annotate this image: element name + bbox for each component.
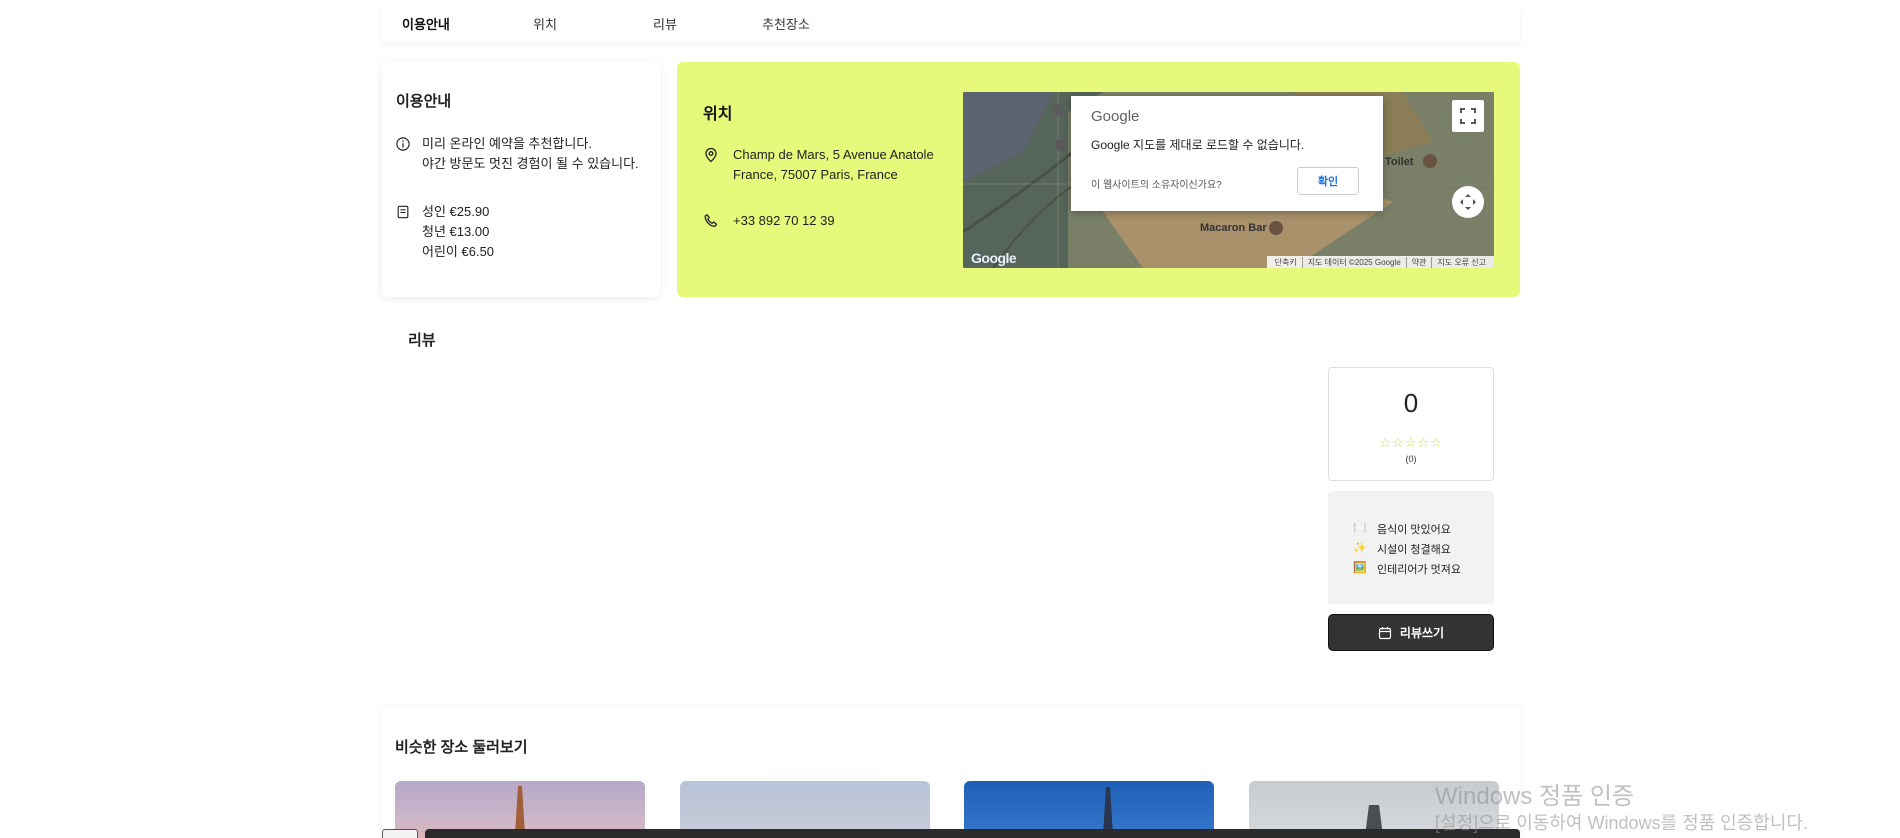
scroll-top-button[interactable] <box>382 829 418 838</box>
phone-icon <box>704 214 718 228</box>
map-label-macaron: Macaron Bar <box>1200 222 1267 234</box>
price-youth: 청년 €13.00 <box>422 224 490 239</box>
map-footer-terms[interactable]: 약관 <box>1405 256 1432 268</box>
similar-places-card: 비슷한 장소 둘러보기 <box>382 708 1520 838</box>
bottom-action-bar[interactable] <box>425 829 1520 838</box>
rating-score: 0 <box>1403 388 1419 418</box>
map-dialog-ok-button[interactable]: 확인 <box>1297 167 1359 195</box>
address-row: Champ de Mars, 5 Avenue Anatole France, … <box>703 145 934 185</box>
map-dialog-brand: Google <box>1091 108 1140 125</box>
windows-activation-subtitle: [설정]으로 이동하여 Windows를 정품 인증합니다. <box>1435 813 1808 833</box>
sparkles-icon: ✨ <box>1353 542 1367 554</box>
notice-line-1: 미리 온라인 예약을 추천합니다. <box>422 136 592 151</box>
similar-places-title: 비슷한 장소 둘러보기 <box>395 739 528 756</box>
price-child: 어린이 €6.50 <box>422 244 495 259</box>
address-line-1: Champ de Mars, 5 Avenue Anatole <box>733 147 934 162</box>
map-error-message: Google 지도를 제대로 로드할 수 없습니다. <box>1091 138 1305 152</box>
fullscreen-button[interactable] <box>1452 100 1484 132</box>
phone-row: +33 892 70 12 39 <box>703 211 835 231</box>
plate-icon: 🍽️ <box>1353 522 1367 534</box>
google-logo: Google <box>971 250 1017 266</box>
camera-control-button[interactable] <box>1452 186 1484 218</box>
review-tag: 🖼️ 인테리어가 멋져요 <box>1353 561 1461 577</box>
rating-summary-card: 0 ☆☆☆☆☆ (0) <box>1328 367 1494 481</box>
ticket-icon <box>397 205 409 219</box>
info-icon <box>396 137 410 151</box>
google-map[interactable]: Macaron Bar Toilet Google Google 지도를 제대로… <box>963 92 1494 268</box>
review-tag-label: 시설이 청결해요 <box>1377 544 1451 556</box>
map-footer: 단축키 지도 데이터 ©2025 Google 약관 지도 오류 신고 <box>1266 256 1494 268</box>
calendar-icon <box>1378 626 1392 639</box>
section-tab-bar: 이용안내 위치 리뷰 추천장소 <box>382 6 1520 42</box>
location-card: 위치 Champ de Mars, 5 Avenue Anatole Franc… <box>677 62 1520 297</box>
location-title: 위치 <box>703 106 733 123</box>
map-label-toilet: Toilet <box>1385 156 1414 168</box>
picture-icon: 🖼️ <box>1353 562 1367 574</box>
map-pin-icon <box>705 147 717 163</box>
phone-number[interactable]: +33 892 70 12 39 <box>733 211 835 231</box>
notice-line-2: 야간 방문도 멋진 경험이 될 수 있습니다. <box>422 156 639 171</box>
tab-recommended[interactable]: 추천장소 <box>762 14 810 33</box>
write-review-button[interactable]: 리뷰쓰기 <box>1328 614 1494 651</box>
review-tag-label: 음식이 맛있어요 <box>1377 524 1451 536</box>
map-footer-report[interactable]: 지도 오류 신고 <box>1431 256 1491 268</box>
usage-info-title: 이용안내 <box>396 93 452 110</box>
review-tag: 🍽️ 음식이 맛있어요 <box>1353 521 1451 537</box>
price-adult: 성인 €25.90 <box>422 204 490 219</box>
review-tags-card: 🍽️ 음식이 맛있어요 ✨ 시설이 청결해요 🖼️ 인테리어가 멋져요 <box>1328 491 1494 604</box>
star-rating-icon: ☆☆☆☆☆ <box>1379 435 1443 450</box>
price-row: 성인 €25.90 청년 €13.00 어린이 €6.50 <box>396 202 494 262</box>
map-owner-link[interactable]: 이 웹사이트의 소유자이신가요? <box>1091 176 1222 191</box>
map-error-dialog: Google Google 지도를 제대로 로드할 수 없습니다. 이 웹사이트… <box>1071 96 1383 211</box>
tab-reviews[interactable]: 리뷰 <box>653 14 677 33</box>
reviews-title: 리뷰 <box>408 332 436 349</box>
notice-row: 미리 온라인 예약을 추천합니다. 야간 방문도 멋진 경험이 될 수 있습니다… <box>396 134 639 174</box>
write-review-label: 리뷰쓰기 <box>1399 626 1445 640</box>
map-footer-data: 지도 데이터 ©2025 Google <box>1301 256 1406 268</box>
review-count: (0) <box>1405 454 1417 464</box>
tab-info[interactable]: 이용안내 <box>402 14 450 33</box>
address-line-2: France, 75007 Paris, France <box>733 167 898 182</box>
usage-info-card: 이용안내 미리 온라인 예약을 추천합니다. 야간 방문도 멋진 경험이 될 수… <box>382 62 660 297</box>
tab-location[interactable]: 위치 <box>533 14 557 33</box>
review-tag: ✨ 시설이 청결해요 <box>1353 541 1451 557</box>
review-tag-label: 인테리어가 멋져요 <box>1377 564 1462 576</box>
windows-activation-title: Windows 정품 인증 <box>1435 783 1635 810</box>
move-arrows-icon <box>1460 194 1476 210</box>
map-footer-shortcuts[interactable]: 단축키 <box>1270 257 1302 268</box>
fullscreen-icon <box>1460 108 1476 124</box>
